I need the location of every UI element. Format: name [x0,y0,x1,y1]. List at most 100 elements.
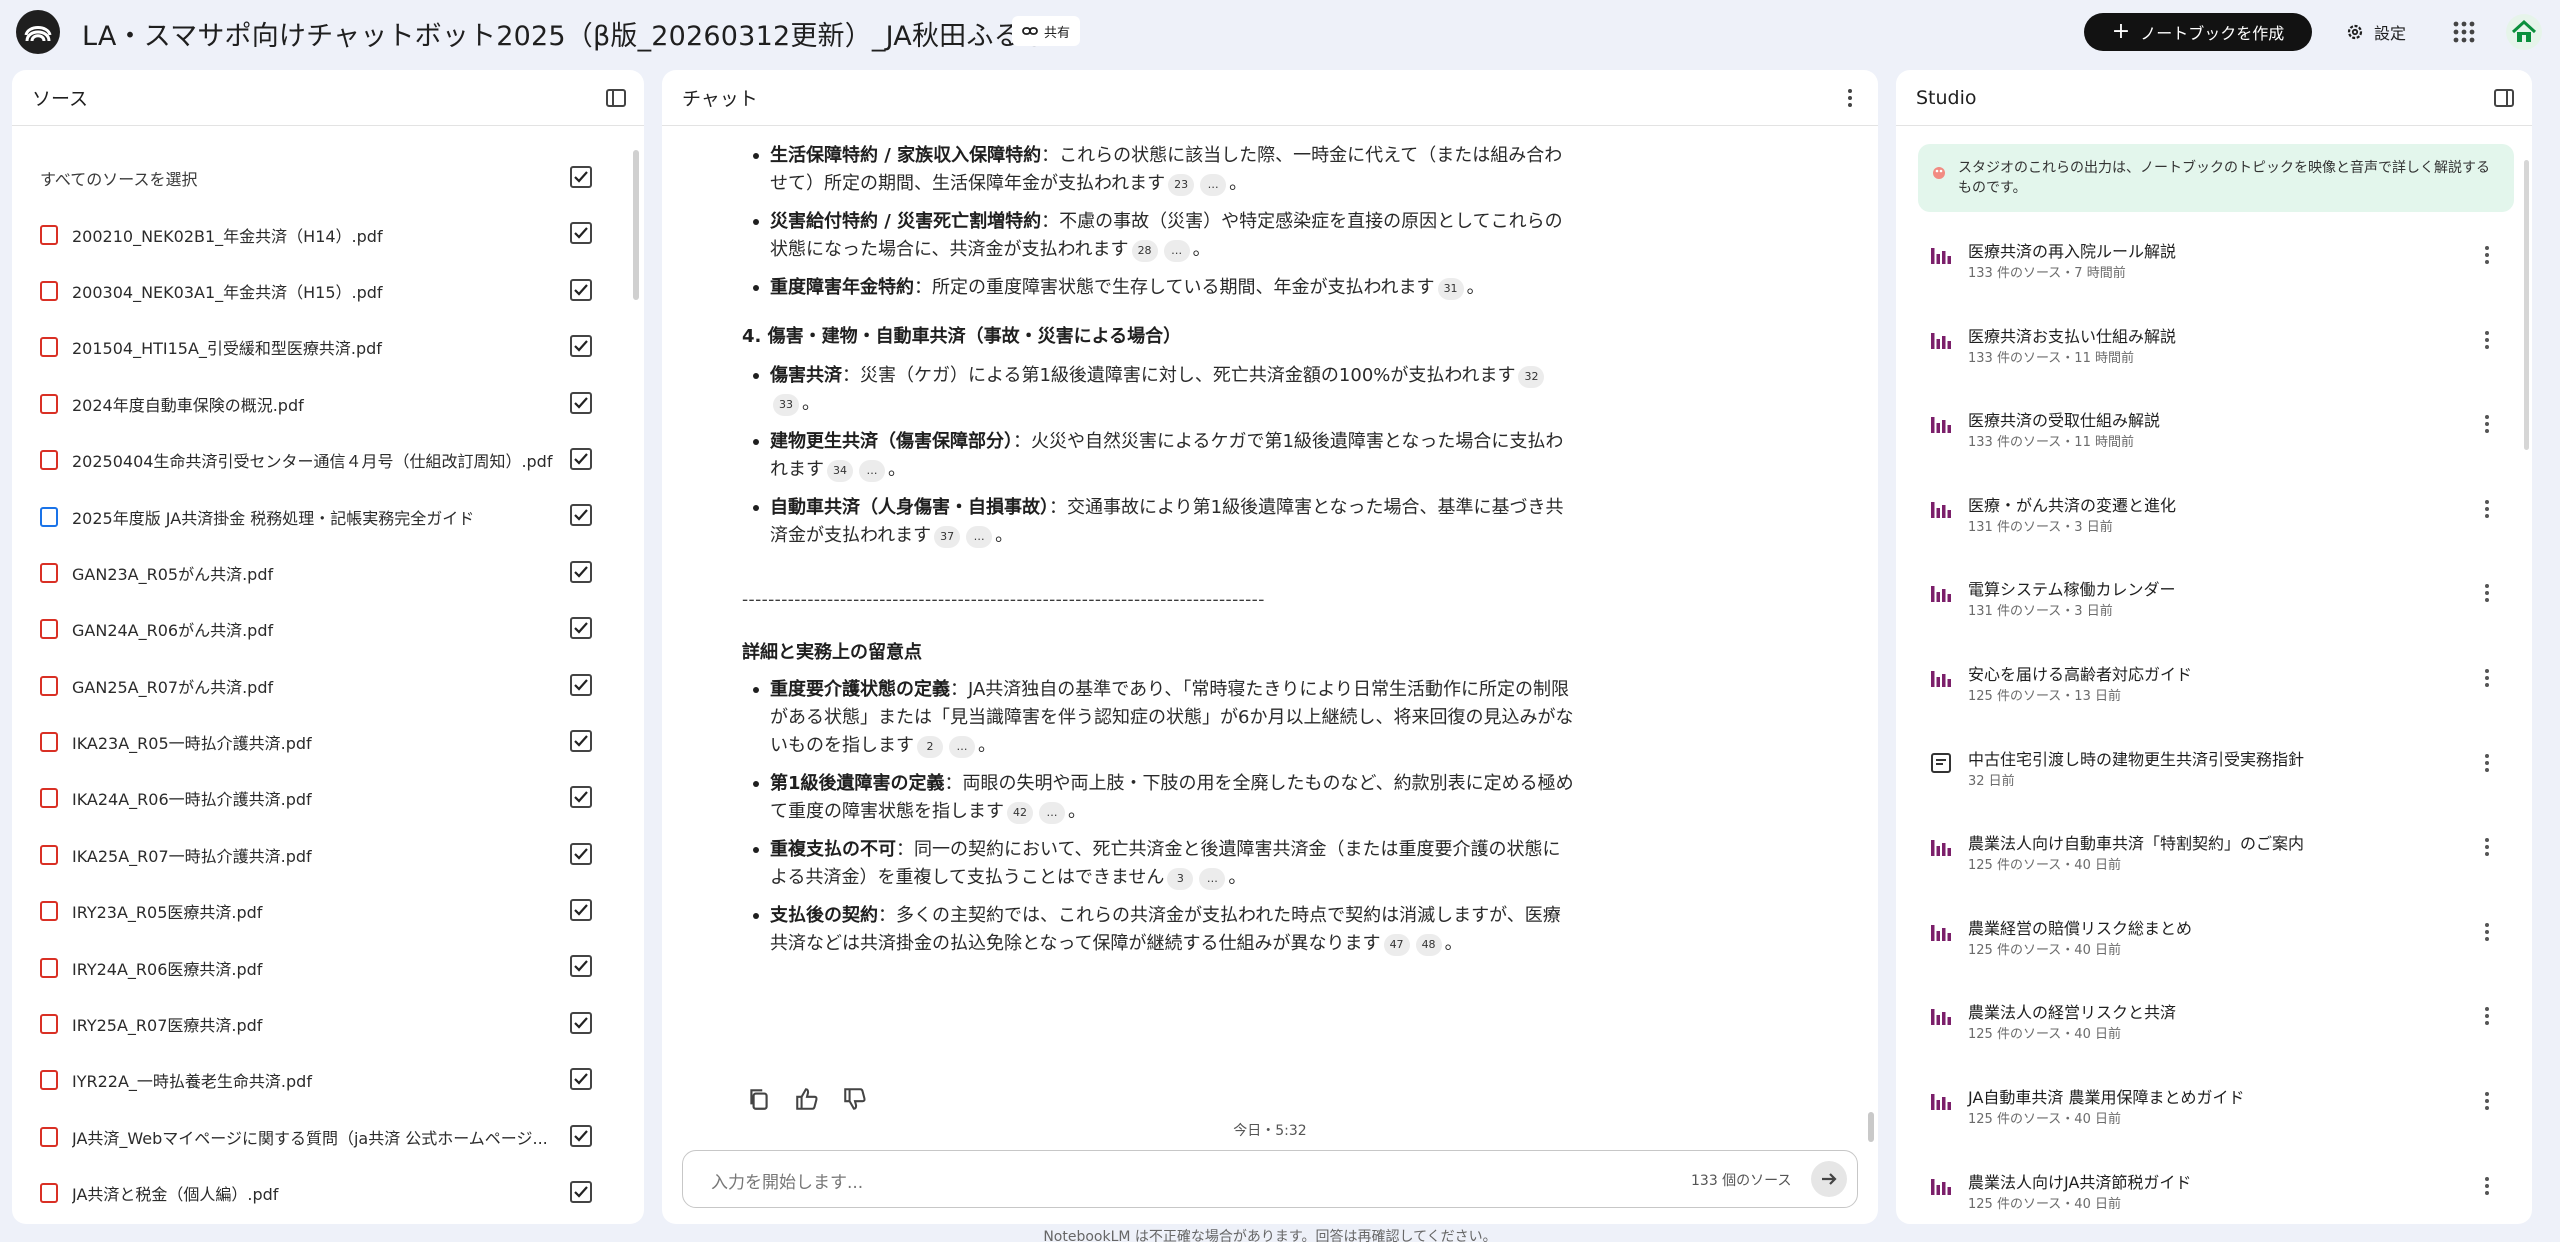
source-item[interactable]: IKA23A_R05一時払介護共済.pdf [12,714,622,770]
source-item[interactable]: 200304_NEK03A1_年金共済（H15）.pdf [12,263,622,319]
studio-output-item[interactable]: 医療・がん共済の変遷と進化 131 件のソース・3 日前 [1918,484,2508,568]
source-item[interactable]: IRY24A_R06医療共済.pdf [12,939,622,995]
citation-more-chip[interactable]: … [1200,174,1227,196]
studio-output-item[interactable]: JA自動車共済 農業用保障まとめガイド 125 件のソース・40 日前 [1918,1076,2508,1160]
source-checkbox[interactable] [570,1181,592,1204]
more-vert-icon[interactable] [2484,244,2490,266]
source-item[interactable]: GAN23A_R05がん共済.pdf [12,545,622,601]
apps-grid-icon[interactable] [2452,20,2476,44]
more-vert-icon[interactable] [2484,582,2490,604]
citation-chip[interactable]: 47 [1383,934,1410,956]
source-checkbox[interactable] [570,1068,592,1091]
source-checkbox[interactable] [570,617,592,640]
studio-output-item[interactable]: 電算システム稼働カレンダー 131 件のソース・3 日前 [1918,568,2508,652]
chat-scrollbar[interactable] [1868,1112,1874,1142]
source-checkbox[interactable] [570,391,592,414]
create-notebook-button[interactable]: + ノートブックを作成 [2084,13,2312,51]
account-avatar[interactable] [2506,14,2542,50]
citation-chip[interactable]: 2 [917,736,943,758]
source-checkbox[interactable] [570,504,592,527]
citation-more-chip[interactable]: … [1163,240,1190,262]
studio-output-item[interactable]: 農業法人向けJA共済節税ガイド 125 件のソース・40 日前 [1918,1161,2508,1224]
more-vert-icon[interactable] [2484,921,2490,943]
citation-chip[interactable]: 37 [934,526,961,548]
citation-more-chip[interactable]: … [859,460,885,482]
citation-more-chip[interactable]: … [966,526,993,548]
studio-scrollbar[interactable] [2524,160,2529,450]
source-item[interactable]: IRY25A_R07医療共済.pdf [12,996,622,1052]
source-checkbox[interactable] [570,842,592,865]
more-vert-icon[interactable] [1838,86,1862,110]
send-button[interactable] [1811,1161,1847,1197]
collapse-panel-icon[interactable] [604,86,628,110]
citation-chip[interactable]: 31 [1437,278,1464,300]
studio-output-item[interactable]: 農業法人の経営リスクと共済 125 件のソース・40 日前 [1918,991,2508,1075]
citation-chip[interactable]: 23 [1168,174,1195,196]
source-item[interactable]: 200210_NEK02B1_年金共済（H14）.pdf [12,206,622,262]
more-vert-icon[interactable] [2484,1175,2490,1197]
more-vert-icon[interactable] [2484,1005,2490,1027]
source-item[interactable]: IYR22A_一時払養老生命共済.pdf [12,1052,622,1108]
source-item[interactable]: JA共済_Webマイページに関する質問（ja共済 公式ホームページ... [12,1109,622,1165]
more-vert-icon[interactable] [2484,836,2490,858]
more-vert-icon[interactable] [2484,413,2490,435]
more-vert-icon[interactable] [2484,498,2490,520]
citation-chip[interactable]: 32 [1518,366,1545,388]
source-checkbox[interactable] [570,955,592,978]
studio-output-item[interactable]: 中古住宅引渡し時の建物更生共済引受実務指針 32 日前 [1918,738,2508,822]
studio-output-item[interactable]: 農業法人向け自動車共済「特割契約」のご案内 125 件のソース・40 日前 [1918,822,2508,906]
source-checkbox[interactable] [570,560,592,583]
more-vert-icon[interactable] [2484,329,2490,351]
citation-chip[interactable]: 48 [1415,934,1442,956]
source-checkbox[interactable] [570,278,592,301]
source-item[interactable]: IKA24A_R06一時払介護共済.pdf [12,770,622,826]
notebooklm-logo-icon[interactable] [16,10,60,54]
source-checkbox[interactable] [570,899,592,922]
source-checkbox[interactable] [570,673,592,696]
source-item[interactable]: 2024年度自動車保険の概況.pdf [12,376,622,432]
more-vert-icon[interactable] [2484,752,2490,774]
citation-chip[interactable]: 42 [1007,802,1033,824]
select-all-label: すべてのソースを選択 [40,170,198,190]
citation-more-chip[interactable]: … [1199,868,1226,890]
thumbs-up-icon[interactable] [794,1086,820,1112]
source-checkbox[interactable] [570,1011,592,1034]
settings-button[interactable]: 設定 [2334,13,2418,51]
more-vert-icon[interactable] [2484,1090,2490,1112]
source-item[interactable]: 2025年度版 JA共済掛金 税務処理・記帳実務完全ガイド [12,488,622,544]
source-item[interactable]: GAN25A_R07がん共済.pdf [12,658,622,714]
source-checkbox[interactable] [570,222,592,245]
studio-output-item[interactable]: 医療共済の受取仕組み解説 133 件のソース・11 時間前 [1918,399,2508,483]
thumbs-down-icon[interactable] [842,1086,868,1112]
more-vert-icon[interactable] [2484,667,2490,689]
sources-scrollbar[interactable] [633,150,639,300]
collapse-panel-icon[interactable] [2492,86,2516,110]
source-item[interactable]: 201504_HTI15A_引受緩和型医療共済.pdf [12,319,622,375]
citation-chip[interactable]: 28 [1131,240,1158,262]
copy-icon[interactable] [746,1086,772,1112]
source-item[interactable]: IKA25A_R07一時払介護共済.pdf [12,827,622,883]
source-checkbox[interactable] [570,447,592,470]
studio-output-item[interactable]: 安心を届ける高齢者対応ガイド 125 件のソース・13 日前 [1918,653,2508,737]
notebook-title[interactable]: LA・スマサポ向けチャットボット2025（β版_20260312更新）_JA秋田… [82,14,1075,53]
studio-output-item[interactable]: 医療共済の再入院ルール解説 133 件のソース・7 時間前 [1918,230,2508,314]
source-item[interactable]: IRY23A_R05医療共済.pdf [12,883,622,939]
source-checkbox[interactable] [570,335,592,358]
citation-more-chip[interactable]: … [949,736,975,758]
source-checkbox[interactable] [570,786,592,809]
citation-chip[interactable]: 33 [773,394,799,416]
citation-more-chip[interactable]: … [1039,802,1065,824]
citation-chip[interactable]: 34 [827,460,853,482]
select-all-checkbox[interactable] [570,166,592,188]
source-checkbox[interactable] [570,729,592,752]
source-item[interactable]: 20250404生命共済引受センター通信４月号（仕組改訂周知）.pdf [12,432,622,488]
select-all-row[interactable]: すべてのソースを選択 [12,150,622,206]
citation-chip[interactable]: 3 [1167,868,1194,890]
source-checkbox[interactable] [570,1124,592,1147]
chat-input[interactable]: 入力を開始します... 133 個のソース [682,1150,1858,1208]
share-button[interactable]: 共有 [1012,16,1081,46]
studio-output-item[interactable]: 農業経営の賠償リスク総まとめ 125 件のソース・40 日前 [1918,907,2508,991]
studio-output-item[interactable]: 医療共済お支払い仕組み解説 133 件のソース・11 時間前 [1918,315,2508,399]
source-item[interactable]: GAN24A_R06がん共済.pdf [12,601,622,657]
source-item[interactable]: JA共済と税金（個人編）.pdf [12,1165,622,1221]
